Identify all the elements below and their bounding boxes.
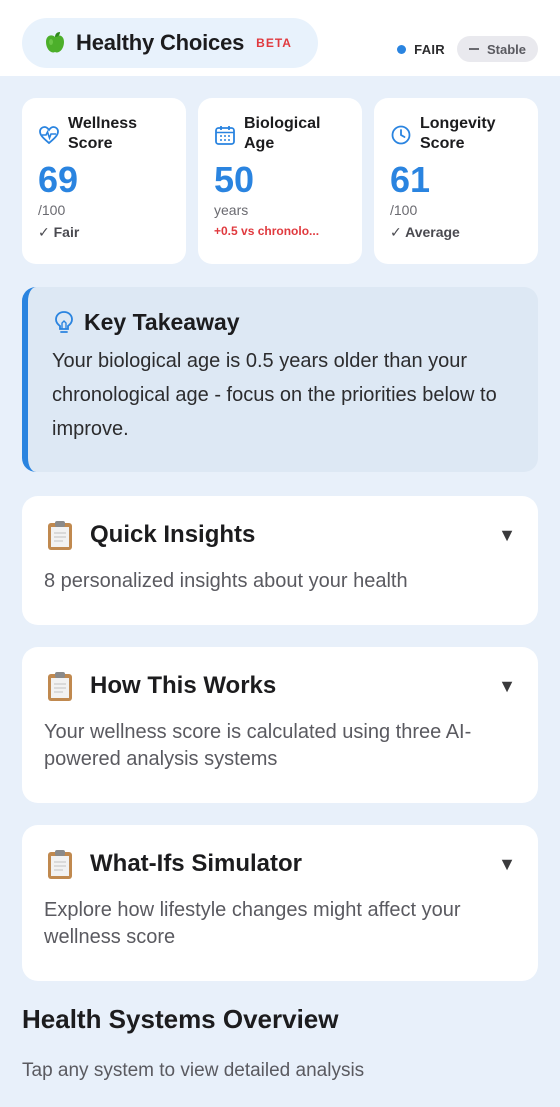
- trend-badge: Stable: [456, 36, 538, 62]
- takeaway-body: Your biological age is 0.5 years older t…: [52, 350, 497, 440]
- chevron-down-icon[interactable]: ▼: [498, 525, 516, 546]
- status-label: FAIR: [414, 41, 445, 57]
- heart-pulse-icon: [39, 126, 59, 145]
- dash-icon: [468, 48, 479, 50]
- card-description: 8 personalized insights about your healt…: [44, 570, 408, 592]
- metric-value: 61: [390, 159, 431, 200]
- metric-title: Biological Age: [244, 115, 321, 152]
- key-takeaway-panel: Key Takeaway Your biological age is 0.5 …: [22, 287, 538, 472]
- status-dot-icon: [397, 44, 407, 54]
- metric-value: 50: [214, 159, 255, 200]
- card-title: How This Works: [90, 672, 277, 699]
- card-quick-insights[interactable]: Quick Insights ▼ 8 personalized insights…: [22, 496, 538, 625]
- metric-title: Longevity Score: [420, 115, 496, 152]
- metric-note: ✓ Fair: [38, 224, 80, 240]
- metric-unit: /100: [38, 202, 66, 218]
- clipboard-icon: [48, 672, 72, 701]
- card-description: Your wellness score is calculated using …: [44, 721, 472, 770]
- metric-note: +0.5 vs chronolo...: [214, 224, 320, 238]
- clipboard-icon: [48, 521, 72, 550]
- metrics-row: Wellness Score 69 /100 ✓ Fair Biological…: [22, 98, 538, 264]
- top-bar: Healthy Choices BETA FAIR Stable: [0, 0, 560, 76]
- metric-note: ✓ Average: [390, 224, 460, 240]
- takeaway-title: Key Takeaway: [84, 309, 240, 335]
- card-description: Explore how lifestyle changes might affe…: [44, 899, 461, 948]
- chevron-down-icon[interactable]: ▼: [498, 854, 516, 875]
- trend-label: Stable: [486, 41, 526, 57]
- chevron-down-icon[interactable]: ▼: [498, 676, 516, 697]
- section-subtitle: Tap any system to view detailed analysis: [22, 1060, 365, 1081]
- metric-card-biological-age[interactable]: Biological Age 50 years +0.5 vs chronolo…: [198, 98, 362, 264]
- metric-title: Wellness Score: [68, 115, 138, 152]
- section-title: Health Systems Overview: [22, 1004, 339, 1034]
- apple-icon: [46, 32, 64, 53]
- metric-unit: years: [214, 202, 249, 218]
- calendar-icon: [215, 126, 235, 145]
- metric-card-wellness[interactable]: Wellness Score 69 /100 ✓ Fair: [22, 98, 186, 264]
- metric-value: 69: [38, 159, 79, 200]
- card-how-this-works[interactable]: How This Works ▼ Your wellness score is …: [22, 647, 538, 803]
- metric-card-longevity[interactable]: Longevity Score 61 /100 ✓ Average: [374, 98, 538, 264]
- card-title: Quick Insights: [90, 521, 256, 548]
- card-what-ifs-simulator[interactable]: What-Ifs Simulator ▼ Explore how lifesty…: [22, 825, 538, 981]
- status-area: FAIR Stable: [397, 36, 538, 62]
- beta-badge: BETA: [256, 36, 292, 50]
- app-title: Healthy Choices: [76, 30, 245, 55]
- metric-unit: /100: [390, 202, 418, 218]
- clipboard-icon: [48, 850, 72, 879]
- lightbulb-icon: [55, 310, 73, 333]
- clock-icon: [391, 125, 411, 145]
- card-title: What-Ifs Simulator: [90, 850, 303, 877]
- brand-pill[interactable]: Healthy Choices BETA: [22, 18, 318, 68]
